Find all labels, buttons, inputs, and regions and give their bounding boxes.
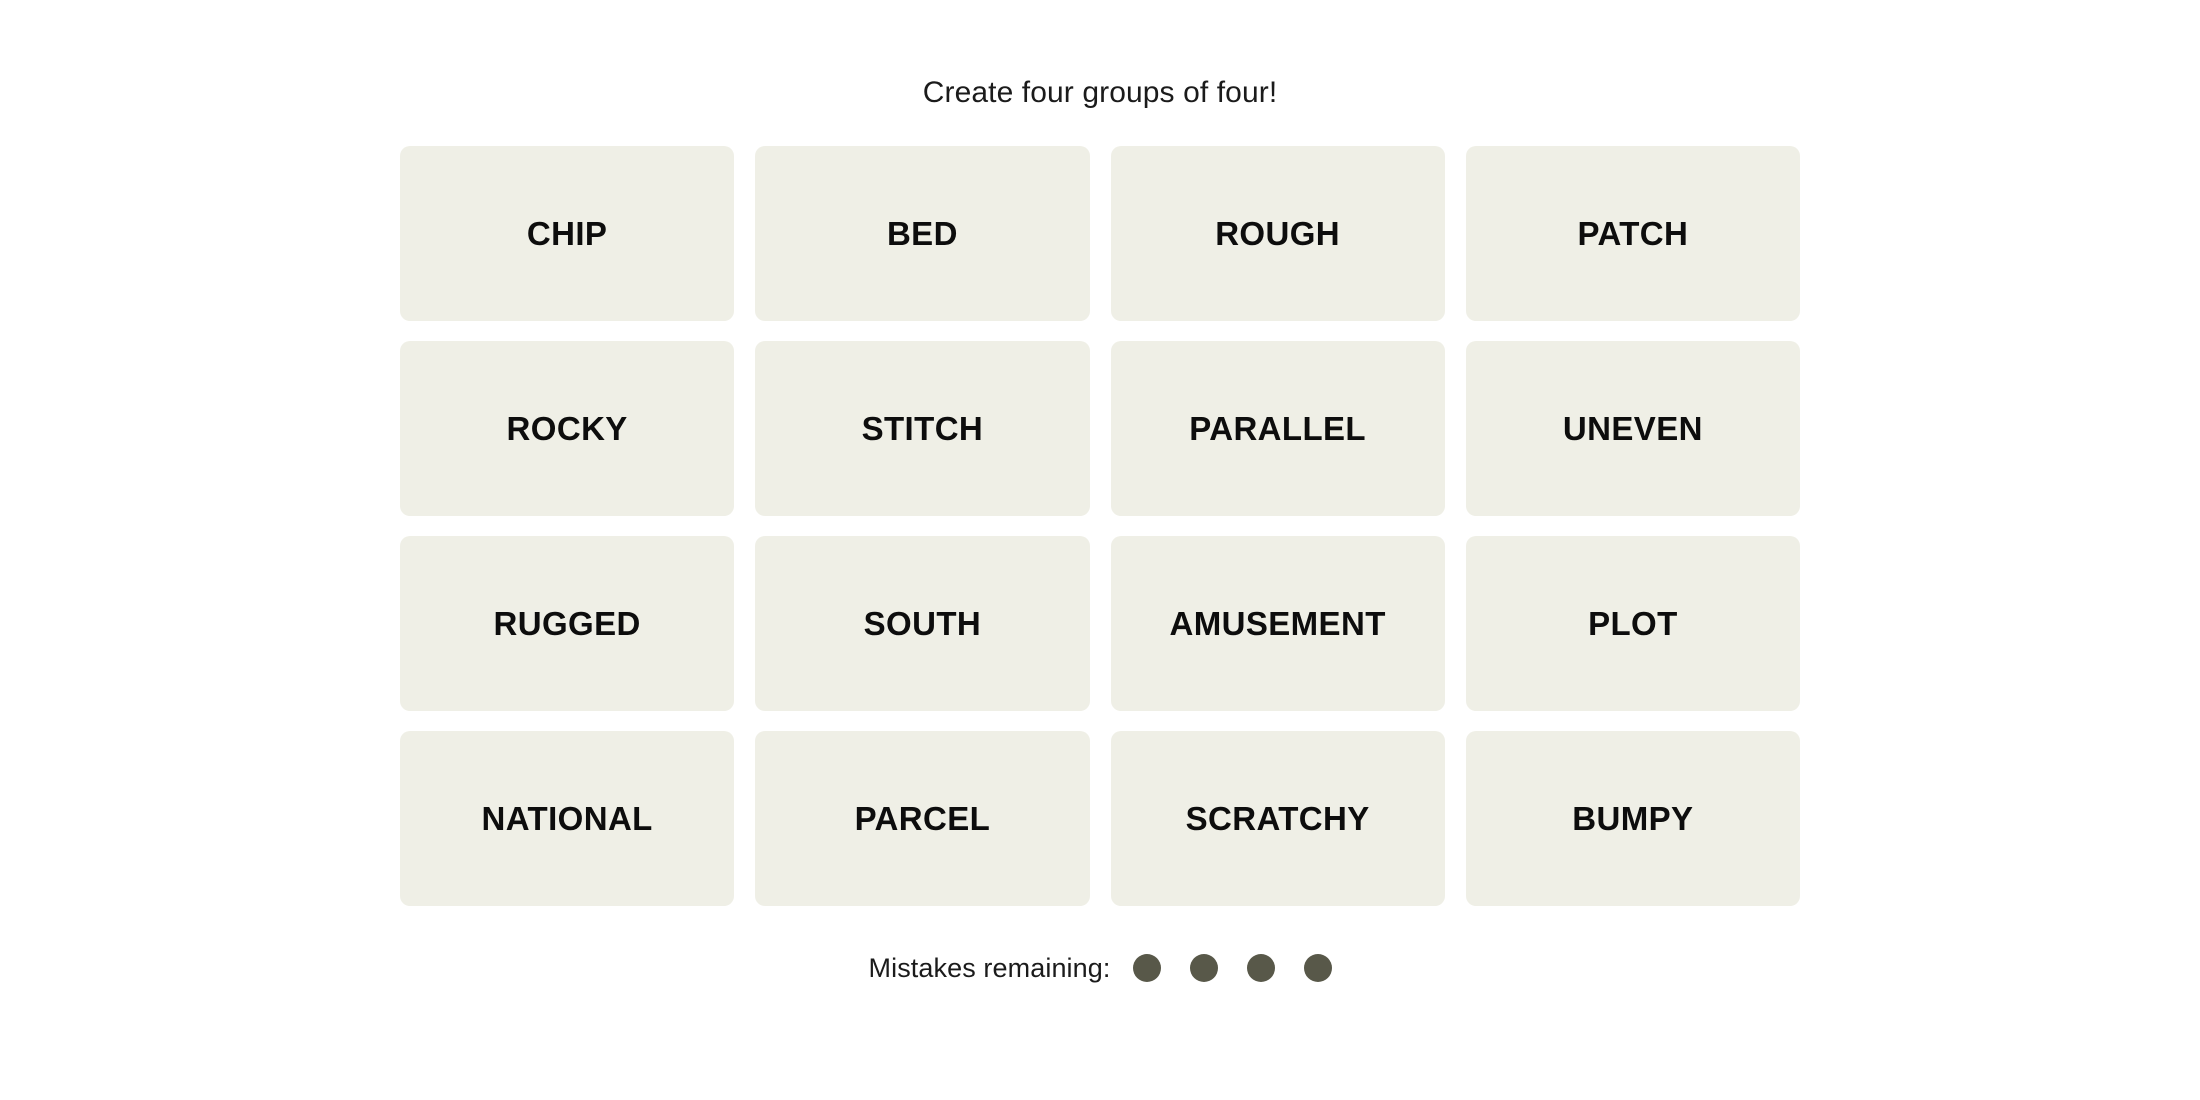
word-tile[interactable]: SOUTH [755, 536, 1090, 711]
word-tile[interactable]: PARALLEL [1110, 341, 1445, 516]
mistake-dots [1132, 954, 1332, 982]
word-tile[interactable]: NATIONAL [400, 731, 735, 906]
word-tile-label: ROCKY [506, 410, 628, 447]
connections-game: Create four groups of four! CHIP BED ROUGH… [0, 0, 2200, 1100]
mistake-dot [1132, 954, 1161, 982]
word-tile[interactable]: STITCH [755, 341, 1090, 516]
mistakes-remaining: Mistakes remaining: [869, 954, 1332, 982]
word-tile-label: PARCEL [854, 800, 991, 837]
word-tile-label: UNEVEN [1562, 410, 1703, 447]
word-tile[interactable]: BUMPY [1465, 731, 1800, 906]
word-tile-label: ROUGH [1215, 215, 1341, 252]
word-tile[interactable]: AMUSEMENT [1110, 536, 1445, 711]
word-tile[interactable]: ROCKY [400, 341, 735, 516]
word-tile-label: CHIP [526, 215, 608, 252]
word-tile-label: SCRATCHY [1185, 800, 1370, 837]
mistakes-remaining-label: Mistakes remaining: [868, 952, 1111, 983]
word-tile[interactable]: BED [755, 146, 1090, 321]
word-tile[interactable]: CHIP [400, 146, 735, 321]
word-tile-label: SOUTH [863, 605, 982, 642]
word-tile-label: PLOT [1588, 605, 1678, 642]
word-tile-label: PATCH [1577, 215, 1689, 252]
instruction-text: Create four groups of four! [922, 76, 1278, 109]
word-tile[interactable]: ROUGH [1110, 146, 1445, 321]
word-tile[interactable]: UNEVEN [1465, 341, 1800, 516]
word-tile[interactable]: PLOT [1465, 536, 1800, 711]
word-tile-label: BED [886, 215, 958, 252]
word-grid: CHIP BED ROUGH PATCH ROCKY STITCH PARALLEL UNEV… [400, 146, 1800, 906]
mistake-dot [1189, 954, 1218, 982]
word-tile-label: AMUSEMENT [1169, 605, 1386, 642]
word-tile[interactable]: SCRATCHY [1110, 731, 1445, 906]
word-tile[interactable]: PARCEL [755, 731, 1090, 906]
word-tile-label: BUMPY [1572, 800, 1694, 837]
word-tile[interactable]: RUGGED [400, 536, 735, 711]
word-tile-label: STITCH [861, 410, 984, 447]
mistake-dot [1246, 954, 1275, 982]
word-tile-label: NATIONAL [481, 800, 653, 837]
word-tile-label: PARALLEL [1189, 410, 1366, 447]
word-tile-label: RUGGED [493, 605, 641, 642]
mistake-dot [1303, 954, 1332, 982]
word-tile[interactable]: PATCH [1465, 146, 1800, 321]
